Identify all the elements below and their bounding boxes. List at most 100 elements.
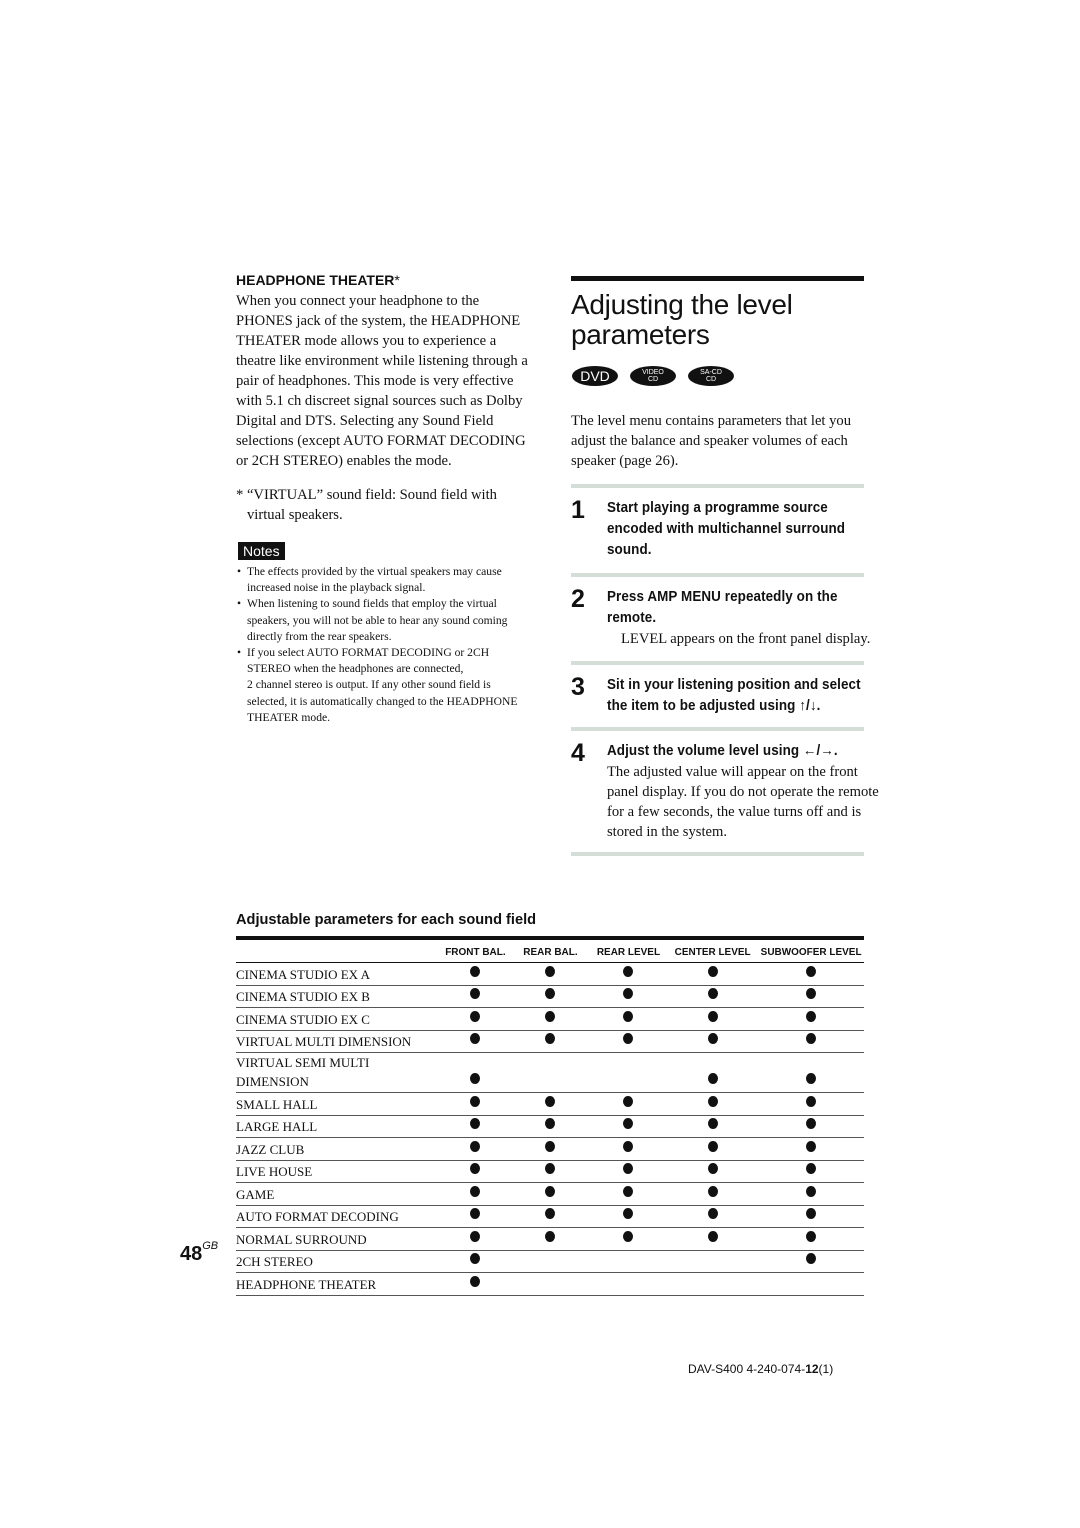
step-1: 1 Start playing a programme source encod… [571, 498, 864, 561]
param-cell [587, 962, 669, 986]
filled-circle-icon [470, 1118, 481, 1129]
filled-circle-icon [545, 1230, 556, 1242]
param-cell [757, 1030, 864, 1053]
sound-field-name: NORMAL SURROUND [236, 1227, 438, 1251]
filled-circle-icon [470, 1010, 481, 1022]
section-paragraph: When you connect your headphone to the P… [236, 293, 528, 469]
filled-circle-icon [805, 1185, 816, 1197]
param-cell [437, 1205, 513, 1228]
filled-circle-icon [623, 988, 634, 999]
param-cell [757, 1052, 864, 1093]
param-cell [587, 985, 669, 1008]
param-cell [437, 1182, 513, 1206]
sound-field-name: CINEMA STUDIO EX B [236, 985, 438, 1008]
filled-circle-icon [805, 1073, 816, 1084]
filled-circle-icon [545, 1095, 556, 1107]
filled-circle-icon [708, 1185, 719, 1197]
note-item: • The effects provided by the virtual spe… [237, 565, 502, 595]
param-cell [437, 962, 513, 986]
parameters-table-section: Adjustable parameters for each sound fie… [236, 912, 864, 1296]
filled-circle-icon [805, 1253, 816, 1264]
param-cell [757, 1160, 864, 1183]
filled-circle-icon [708, 1033, 719, 1044]
header-blank [241, 940, 433, 963]
filled-circle-icon [470, 1230, 481, 1242]
param-cell [757, 1137, 864, 1161]
filled-circle-icon [545, 1185, 556, 1197]
sound-field-name: GAME [236, 1182, 438, 1206]
step-separator [571, 573, 864, 577]
filled-circle-icon [623, 1163, 634, 1174]
filled-circle-icon [545, 988, 556, 999]
table-row: VIRTUAL SEMI MULTI DIMENSION [236, 1052, 864, 1093]
filled-circle-icon [708, 988, 719, 999]
filled-circle-icon [708, 1163, 719, 1174]
filled-circle-icon [805, 1095, 816, 1107]
table-row: CINEMA STUDIO EX B [236, 985, 864, 1008]
parameters-table: FRONT BAL. REAR BAL. REAR LEVEL CENTER L… [236, 940, 864, 1296]
param-cell [512, 1137, 588, 1161]
filled-circle-icon [545, 1140, 556, 1152]
filled-circle-icon [623, 1033, 634, 1044]
table-row: CINEMA STUDIO EX C [236, 1007, 864, 1031]
filled-circle-icon [708, 1230, 719, 1242]
filled-circle-icon [623, 965, 634, 977]
filled-circle-icon [470, 1208, 481, 1219]
table-row: LARGE HALL [236, 1115, 864, 1138]
filled-circle-icon [470, 965, 481, 977]
filled-circle-icon [545, 1208, 556, 1219]
param-cell [587, 1160, 669, 1183]
filled-circle-icon [545, 1118, 556, 1129]
param-cell [512, 1115, 588, 1138]
param-cell [437, 1115, 513, 1138]
filled-circle-icon [545, 1010, 556, 1022]
filled-circle-icon [623, 1208, 634, 1219]
filled-circle-icon [470, 1095, 481, 1107]
note-continuation: 2 channel stereo is output. If any other… [247, 678, 518, 724]
step-separator [571, 484, 864, 488]
param-cell [512, 1272, 588, 1296]
table-body: CINEMA STUDIO EX A CINEMA STUDIO EX B CINE… [236, 962, 864, 1296]
sound-field-name: HEADPHONE THEATER [236, 1272, 438, 1296]
dvd-badge-icon: DVD [572, 366, 618, 386]
step-number: 2 [571, 585, 585, 613]
param-cell [757, 1227, 864, 1251]
param-cell [437, 1272, 513, 1296]
table-row: HEADPHONE THEATER [236, 1272, 864, 1296]
sound-field-name: SMALL HALL [236, 1092, 438, 1116]
intro-paragraph: The level menu contains parameters that … [571, 413, 852, 469]
step-body: The adjusted value will appear on the fr… [607, 764, 879, 840]
filled-circle-icon [623, 1230, 634, 1242]
param-cell [512, 985, 588, 1008]
step-number: 3 [571, 673, 585, 701]
param-cell [587, 1030, 669, 1053]
page-title: Adjusting the level parameters [571, 289, 793, 350]
table-row: NORMAL SURROUND [236, 1227, 864, 1251]
param-cell [437, 1092, 513, 1116]
param-cell [587, 1182, 669, 1206]
note-item: • When listening to sound fields that emp… [237, 597, 508, 643]
sound-field-name: AUTO FORMAT DECODING [236, 1205, 438, 1228]
sound-field-name: CINEMA STUDIO EX A [236, 962, 438, 986]
param-cell [437, 1250, 513, 1273]
param-cell [512, 1182, 588, 1206]
level-parameters-section: Adjusting the level parameters DVD VIDEO… [571, 276, 879, 856]
filled-circle-icon [805, 1230, 816, 1242]
table-row: AUTO FORMAT DECODING [236, 1205, 864, 1228]
param-cell [757, 1092, 864, 1116]
param-cell [437, 1227, 513, 1251]
filled-circle-icon [470, 988, 481, 999]
param-cell [587, 1272, 669, 1296]
sound-field-name: CINEMA STUDIO EX C [236, 1007, 438, 1031]
filled-circle-icon [805, 1033, 816, 1044]
filled-circle-icon [708, 1010, 719, 1022]
table-row: GAME [236, 1182, 864, 1206]
bullet-icon: • [237, 646, 242, 660]
filled-circle-icon [708, 1095, 719, 1107]
param-cell [668, 1250, 758, 1273]
filled-circle-icon [545, 1033, 556, 1044]
filled-circle-icon [708, 1208, 719, 1219]
filled-circle-icon [623, 1118, 634, 1129]
sa-cd-badge-icon: SA-CD CD [688, 366, 734, 386]
param-cell [587, 1137, 669, 1161]
